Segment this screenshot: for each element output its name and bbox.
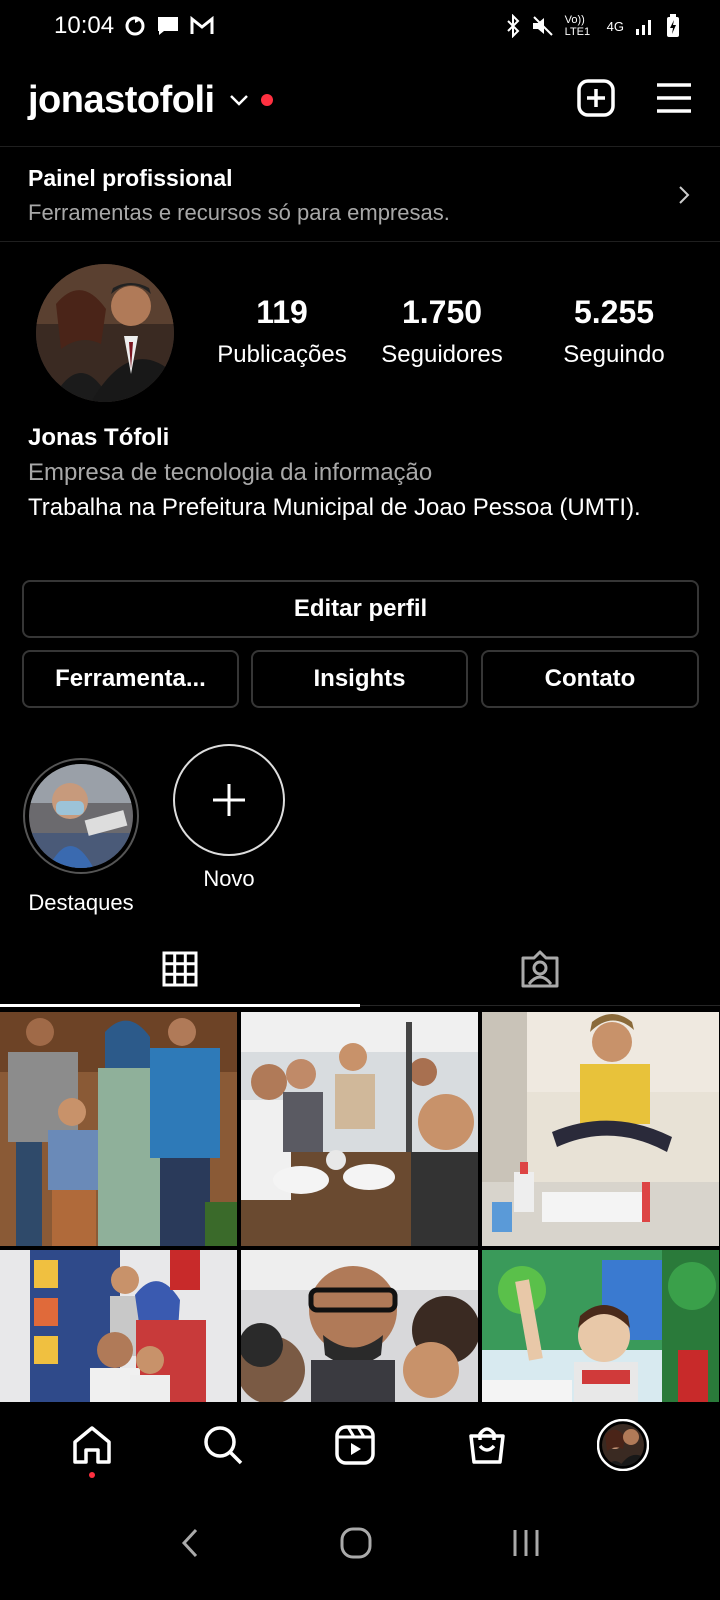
menu-icon[interactable]	[656, 82, 692, 119]
network-indicator: 4G	[606, 18, 624, 34]
status-bar: 10:04 Vo)) LTE1 4G	[0, 0, 720, 52]
insights-button[interactable]: Insights	[251, 650, 468, 708]
bottom-navigation	[0, 1404, 720, 1490]
volte-indicator: Vo)) LTE1	[564, 14, 591, 38]
home-icon[interactable]	[71, 1424, 113, 1478]
bio-text: Trabalha na Prefeitura Municipal de Joao…	[28, 494, 641, 521]
tab-posts-grid[interactable]	[0, 936, 360, 1006]
contact-button[interactable]: Contato	[481, 650, 699, 708]
highlight-label: Destaques	[28, 890, 134, 915]
post-thumbnail[interactable]	[482, 1012, 719, 1246]
panel-subtitle: Ferramentas e recursos só para empresas.	[28, 200, 450, 225]
add-highlight-circle	[173, 744, 285, 856]
grid-icon	[162, 951, 198, 992]
highlight-new-label: Novo	[203, 866, 255, 891]
post-thumbnail[interactable]	[0, 1250, 237, 1402]
profile-bio: Jonas Tófoli Empresa de tecnologia da in…	[28, 420, 698, 525]
status-time: 10:04	[54, 12, 115, 39]
plus-icon	[213, 784, 245, 816]
panel-title: Painel profissional	[28, 165, 233, 191]
edit-profile-button[interactable]: Editar perfil	[22, 580, 699, 638]
bluetooth-icon	[505, 14, 521, 38]
gmail-icon	[190, 16, 214, 36]
profile-tabs	[0, 936, 720, 1007]
highlight-new[interactable]: Novo	[168, 744, 290, 892]
mute-icon	[531, 15, 555, 37]
stat-followers[interactable]: 1.750 Seguidores	[372, 294, 512, 369]
reels-icon[interactable]	[334, 1424, 376, 1471]
recent-apps-icon[interactable]	[510, 1528, 542, 1563]
battery-icon	[666, 14, 680, 38]
category-label: Empresa de tecnologia da informação	[28, 459, 433, 486]
chevron-down-icon[interactable]	[229, 93, 249, 107]
professional-dashboard[interactable]: Painel profissional Ferramentas e recurs…	[0, 146, 720, 242]
post-thumbnail[interactable]	[0, 1012, 237, 1246]
system-navigation	[0, 1490, 720, 1600]
notification-dot	[260, 94, 273, 106]
posts-label: Publicações	[217, 341, 347, 368]
followers-label: Seguidores	[381, 341, 503, 368]
stat-posts[interactable]: 119 Publicações	[212, 294, 352, 369]
active-tab-indicator	[0, 1004, 360, 1007]
stat-following[interactable]: 5.255 Seguindo	[544, 294, 684, 369]
home-button-icon[interactable]	[339, 1526, 373, 1565]
create-post-icon[interactable]	[576, 78, 616, 123]
tools-button[interactable]: Ferramenta...	[22, 650, 239, 708]
tagged-icon	[520, 950, 560, 993]
following-count: 5.255	[573, 294, 655, 330]
post-thumbnail[interactable]	[241, 1250, 478, 1402]
post-thumbnail[interactable]	[482, 1250, 719, 1402]
following-label: Seguindo	[563, 341, 665, 368]
followers-count: 1.750	[401, 294, 483, 330]
highlight-destaques[interactable]: Destaques	[18, 758, 144, 916]
chevron-right-icon	[678, 185, 690, 210]
profile-summary: 119 Publicações 1.750 Seguidores 5.255 S…	[0, 264, 720, 404]
posts-count: 119	[256, 294, 308, 330]
posts-grid	[0, 1012, 720, 1402]
post-thumbnail[interactable]	[241, 1012, 478, 1246]
display-name: Jonas Tófoli	[28, 424, 170, 451]
home-notification-dot	[88, 1471, 95, 1478]
highlight-cover	[23, 758, 139, 874]
search-icon[interactable]	[202, 1424, 244, 1471]
message-icon	[156, 15, 180, 37]
profile-header: jonastofoli	[0, 60, 720, 140]
signal-icon	[634, 15, 656, 37]
back-icon[interactable]	[178, 1527, 202, 1564]
account-switcher-username[interactable]: jonastofoli	[28, 79, 215, 122]
shop-icon[interactable]	[466, 1424, 508, 1471]
sync-icon	[124, 15, 146, 37]
profile-avatar[interactable]	[36, 264, 174, 402]
tab-tagged[interactable]	[360, 936, 720, 1006]
profile-avatar-tab[interactable]	[596, 1418, 650, 1476]
